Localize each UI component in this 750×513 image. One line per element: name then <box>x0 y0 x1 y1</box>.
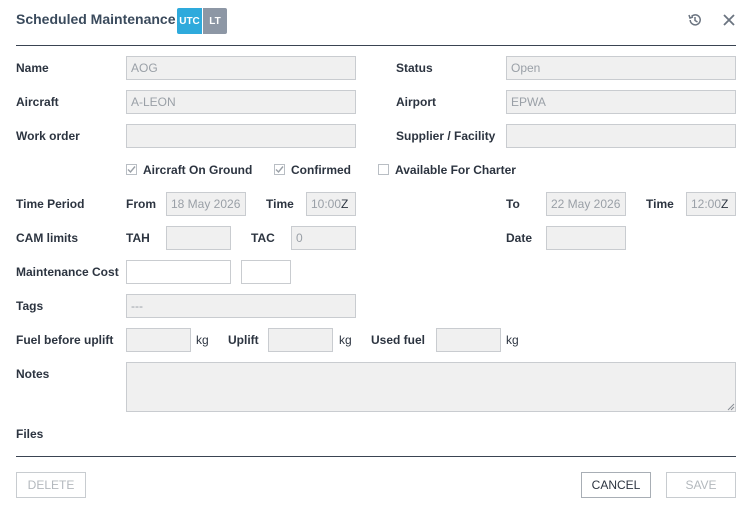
tags-label: Tags <box>16 299 44 313</box>
to-date-field[interactable]: 22 May 2026 <box>546 192 626 216</box>
cam-date-label: Date <box>506 231 533 245</box>
tags-field[interactable]: --- <box>126 294 356 318</box>
name-label: Name <box>16 61 49 75</box>
history-icon[interactable] <box>686 11 704 29</box>
from-date-field[interactable]: 18 May 2026 <box>166 192 246 216</box>
maintenance-cost-label: Maintenance Cost <box>16 265 119 279</box>
notes-textarea[interactable] <box>126 362 736 412</box>
aog-checkbox-label[interactable]: Aircraft On Ground <box>143 163 252 177</box>
used-fuel-label: Used fuel <box>371 333 426 347</box>
dialog-title: Scheduled Maintenance <box>16 11 176 27</box>
time-period-label: Time Period <box>16 197 85 211</box>
lt-toggle[interactable]: LT <box>203 8 227 34</box>
uplift-field[interactable] <box>268 328 333 352</box>
check-icon <box>127 166 136 174</box>
to-label: To <box>506 197 520 211</box>
tah-field[interactable] <box>166 226 231 250</box>
supplier-field[interactable] <box>506 124 736 148</box>
resize-handle-icon[interactable] <box>727 403 735 411</box>
tac-field[interactable]: 0 <box>291 226 356 250</box>
footer-divider <box>16 456 736 457</box>
check-icon <box>275 166 284 174</box>
status-label: Status <box>396 61 433 75</box>
used-fuel-field[interactable] <box>436 328 501 352</box>
cam-date-field[interactable] <box>546 226 626 250</box>
status-field[interactable]: Open <box>506 56 736 80</box>
aircraft-label: Aircraft <box>16 95 59 109</box>
cancel-button[interactable]: Cancel <box>581 472 651 498</box>
charter-checkbox[interactable] <box>378 164 389 175</box>
used-fuel-unit: kg <box>506 333 519 347</box>
confirmed-checkbox[interactable] <box>274 164 285 175</box>
charter-checkbox-label[interactable]: Available For Charter <box>395 163 516 177</box>
delete-button[interactable]: Delete <box>16 472 86 498</box>
utc-toggle[interactable]: UTC <box>177 8 202 34</box>
fuel-before-uplift-label: Fuel before uplift <box>16 333 114 347</box>
name-field[interactable]: AOG <box>126 56 356 80</box>
airport-label: Airport <box>396 95 436 109</box>
cam-limits-label: CAM limits <box>16 231 79 245</box>
currency-field[interactable] <box>241 260 291 284</box>
from-time-zone: Z <box>341 197 349 211</box>
supplier-label: Supplier / Facility <box>396 129 496 143</box>
from-time-value: 10:00 <box>311 197 342 211</box>
to-time-label: Time <box>646 197 674 211</box>
aog-checkbox[interactable] <box>126 164 137 175</box>
from-time-field[interactable]: 10:00Z <box>306 192 356 216</box>
fuel-before-uplift-field[interactable] <box>126 328 191 352</box>
aircraft-field[interactable]: A-LEON <box>126 90 356 114</box>
airport-field[interactable]: EPWA <box>506 90 736 114</box>
from-label: From <box>126 197 156 211</box>
files-label: Files <box>16 427 44 441</box>
work-order-field[interactable] <box>126 124 356 148</box>
save-button[interactable]: Save <box>666 472 736 498</box>
uplift-label: Uplift <box>228 333 259 347</box>
fuel-before-uplift-unit: kg <box>196 333 209 347</box>
to-time-zone: Z <box>721 197 729 211</box>
close-icon[interactable] <box>720 11 738 29</box>
from-time-label: Time <box>266 197 294 211</box>
tah-label: TAH <box>126 231 150 245</box>
confirmed-checkbox-label[interactable]: Confirmed <box>291 163 351 177</box>
to-time-field[interactable]: 12:00Z <box>686 192 736 216</box>
notes-label: Notes <box>16 367 50 381</box>
maintenance-cost-field[interactable] <box>126 260 231 284</box>
tac-label: TAC <box>251 231 275 245</box>
to-time-value: 12:00 <box>691 197 722 211</box>
uplift-unit: kg <box>339 333 352 347</box>
header-divider <box>16 45 736 46</box>
work-order-label: Work order <box>16 129 80 143</box>
